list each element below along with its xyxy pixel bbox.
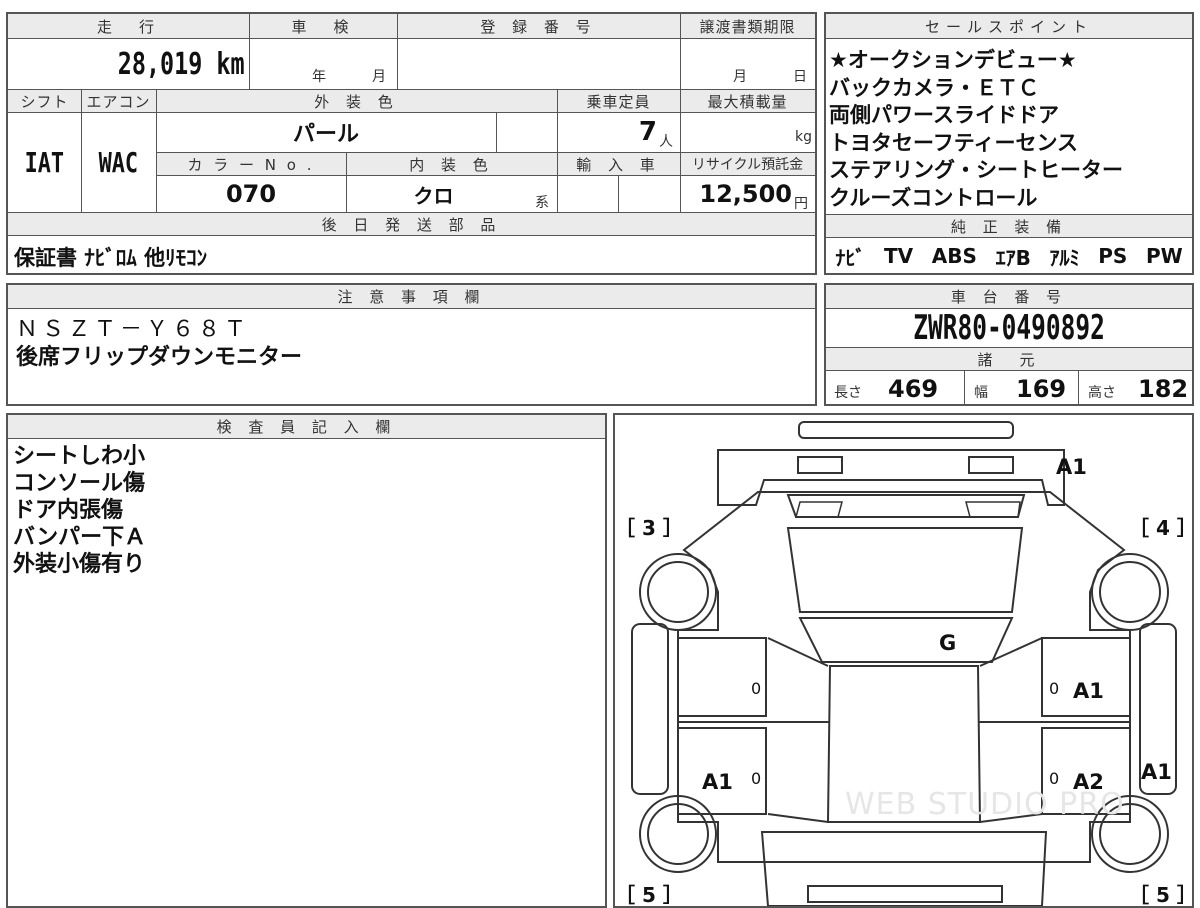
sales-line: ★オークションデビュー★ <box>829 48 1077 72</box>
capacity-unit: 人 <box>659 134 673 150</box>
equip-item: PW <box>1145 244 1183 268</box>
maxload-header: 最大積載量 <box>680 90 815 112</box>
damage-mark-right-front: A1 <box>1073 679 1104 703</box>
watermark: WEB STUDIO PRO <box>845 787 1125 822</box>
length-value: 469 <box>888 375 939 403</box>
door-mark: 0 <box>1049 679 1060 698</box>
deadline-month: 月 <box>733 69 747 85</box>
spec-header: 諸 元 <box>826 348 1192 370</box>
capacity-header: 乗車定員 <box>557 90 680 112</box>
inspector-panel: 検 査 員 記 入 欄 シートしわ小 コンソール傷 ドア内張傷 バンパー下Ａ 外… <box>6 413 607 908</box>
notes-line: ＮＳＺＴ－Ｙ６８Ｔ <box>16 317 251 342</box>
registration-header: 登 録 番 号 <box>397 14 680 38</box>
aircon-value: WAC <box>98 145 139 179</box>
inspector-line: ドア内張傷 <box>13 498 124 523</box>
shaken-header: 車 検 <box>249 14 397 38</box>
chassis-header: 車 台 番 号 <box>826 285 1192 308</box>
shift-header: シフト <box>8 90 81 112</box>
chassis-panel: 車 台 番 号 ZWR80-0490892 諸 元 長さ 469 幅 169 高… <box>824 283 1194 406</box>
height-value: 182 <box>1138 375 1189 403</box>
section-label-3: ［ 3 ］ <box>615 516 683 540</box>
sales-header: セールスポイント <box>826 14 1192 38</box>
width-label: 幅 <box>974 385 988 401</box>
later-parts-header: 後 日 発 送 部 品 <box>8 213 815 235</box>
deadline-day: 日 <box>793 69 807 85</box>
height-label: 高さ <box>1088 385 1116 401</box>
import-header: 輸 入 車 <box>557 153 680 175</box>
mileage-value: 28,019 km <box>118 46 245 82</box>
equip-item: ﾅﾋﾞ <box>835 245 866 270</box>
section-label-5-right: ［ 5 ］ <box>1129 883 1197 907</box>
exterior-header: 外 装 色 <box>156 90 557 112</box>
width-value: 169 <box>1016 375 1067 403</box>
recycle-header: リサイクル預託金 <box>680 153 815 175</box>
recycle-value: 12,500 <box>699 180 792 208</box>
equipment-header: 純 正 装 備 <box>826 215 1192 237</box>
chassis-number: ZWR80-0490892 <box>913 308 1105 348</box>
equip-item: ｴｱB <box>995 245 1031 270</box>
exterior-value: パール <box>292 122 359 147</box>
equip-item: ｱﾙﾐ <box>1049 245 1080 270</box>
sales-line: クルーズコントロール <box>829 185 1038 210</box>
door-mark: 0 <box>1049 769 1060 788</box>
section-label-4: ［ 4 ］ <box>1129 516 1197 540</box>
section-label-5-left: ［ 5 ］ <box>615 883 683 907</box>
damage-mark-roof: G <box>939 631 957 655</box>
door-mark: 0 <box>751 769 762 788</box>
shaken-year: 年 <box>312 69 326 85</box>
colorno-value: 070 <box>225 180 277 208</box>
sales-points-panel: セールスポイント ★オークションデビュー★ バックカメラ・ＥＴＣ 両側パワースラ… <box>824 12 1194 275</box>
mileage-header: 走 行 <box>8 14 249 38</box>
equip-item: TV <box>884 244 914 268</box>
sales-line: トヨタセーフティーセンス <box>829 130 1079 155</box>
inspector-line: バンパー下Ａ <box>13 525 147 550</box>
inspector-list: シートしわ小 コンソール傷 ドア内張傷 バンパー下Ａ 外装小傷有り <box>13 443 146 578</box>
inspector-line: シートしわ小 <box>13 444 146 469</box>
capacity-value: 7 <box>638 117 657 147</box>
later-parts-value: 保証書 ﾅﾋﾞﾛﾑ 他ﾘﾓｺﾝ <box>14 246 208 270</box>
sales-line: 両側パワースライドドア <box>829 103 1059 127</box>
sales-list: ★オークションデビュー★ バックカメラ・ＥＴＣ 両側パワースライドドア トヨタセ… <box>829 47 1123 212</box>
shift-value: IAT <box>24 145 65 179</box>
damage-mark-left-rear: A1 <box>702 770 733 794</box>
shaken-month: 月 <box>372 69 386 85</box>
sales-line: バックカメラ・ＥＴＣ <box>829 75 1039 100</box>
notes-list: ＮＳＺＴ－Ｙ６８Ｔ 後席フリップダウンモニター <box>16 316 302 372</box>
interior-header: 内 装 色 <box>346 153 557 175</box>
damage-mark-rear: A1 <box>1056 455 1087 479</box>
equip-item: PS <box>1098 244 1128 268</box>
door-mark: 0 <box>751 679 762 698</box>
colorno-header: カ ラ ー N o . <box>156 153 346 175</box>
inspector-line: コンソール傷 <box>13 471 146 496</box>
aircon-header: エアコン <box>81 90 156 112</box>
notes-panel: 注 意 事 項 欄 ＮＳＺＴ－Ｙ６８Ｔ 後席フリップダウンモニター <box>6 283 817 406</box>
recycle-unit: 円 <box>794 196 808 212</box>
sales-line: ステアリング・シートヒーター <box>829 158 1123 182</box>
interior-value: クロ <box>413 183 454 208</box>
equipment-list: ﾅﾋﾞ TV ABS ｴｱB ｱﾙﾐ PS PW <box>826 239 1192 273</box>
deadline-header: 譲渡書類期限 <box>680 14 815 38</box>
car-diagram-panel: ［ 3 ］ ［ 4 ］ ［ 5 ］ ［ 5 ］ A1 G A1 A1 A2 A1… <box>613 413 1197 908</box>
interior-unit: 系 <box>535 195 549 211</box>
damage-mark-right-side: A1 <box>1141 760 1172 784</box>
vehicle-info-table: 走 行 車 検 登 録 番 号 譲渡書類期限 28,019 km 年 月 月 日… <box>6 12 817 275</box>
inspector-header: 検 査 員 記 入 欄 <box>8 415 605 438</box>
length-label: 長さ <box>834 385 862 401</box>
equip-item: ABS <box>931 244 977 268</box>
inspector-line: 外装小傷有り <box>13 552 146 577</box>
maxload-unit: kg <box>795 129 812 145</box>
car-diagram <box>631 421 1177 906</box>
notes-header: 注 意 事 項 欄 <box>8 285 815 308</box>
notes-line: 後席フリップダウンモニター <box>16 345 303 370</box>
